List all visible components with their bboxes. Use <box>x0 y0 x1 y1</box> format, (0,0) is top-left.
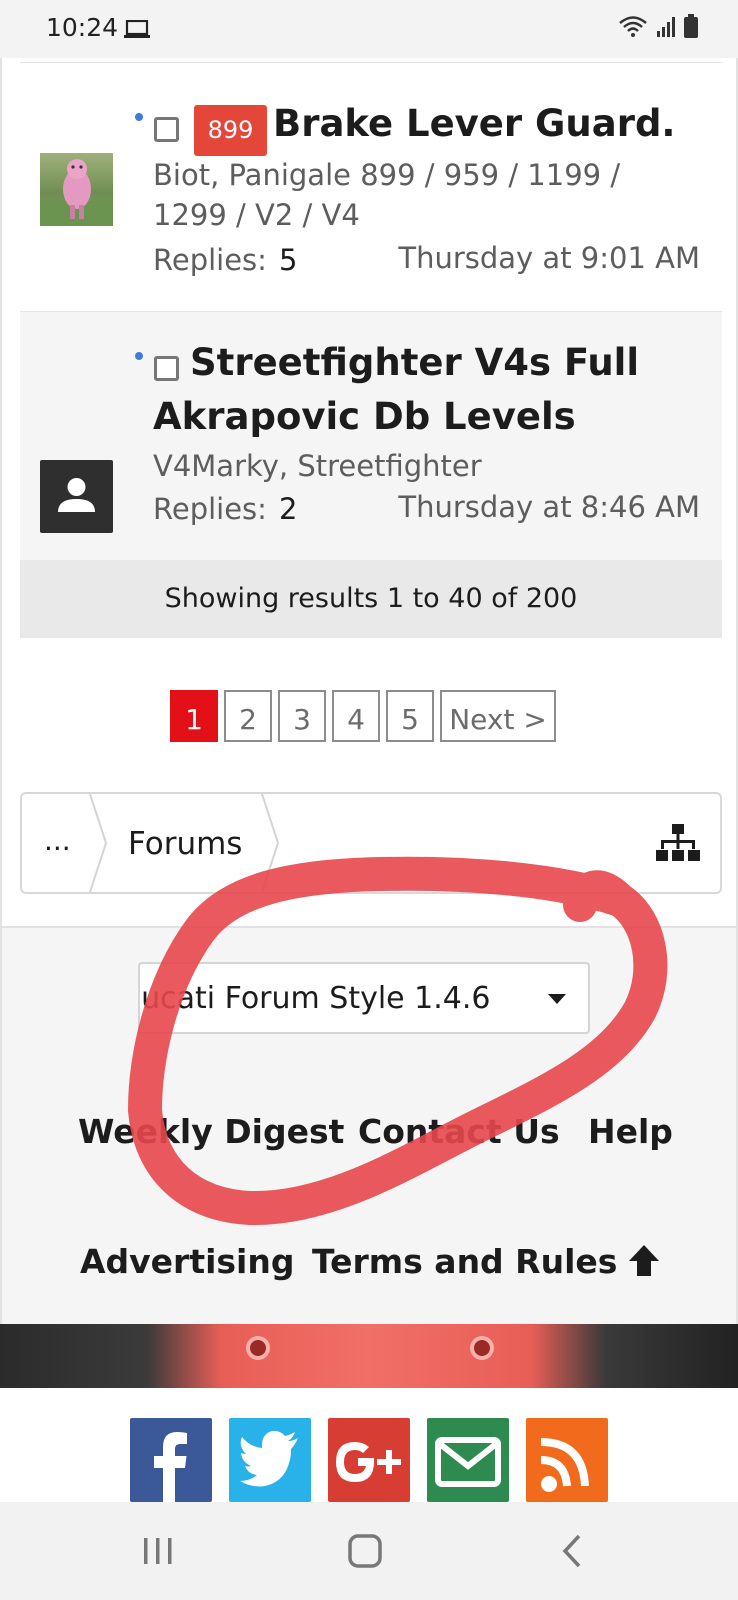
email-share-button[interactable] <box>427 1418 509 1502</box>
wifi-icon <box>619 16 647 37</box>
rss-icon <box>540 1438 589 1492</box>
page-footer: Ducati Forum Style 1.4.6 Weekly Digest C… <box>2 926 736 1324</box>
style-chooser-label: Ducati Forum Style 1.4.6 <box>138 981 491 1016</box>
footer-link-help[interactable]: Help <box>588 1112 673 1151</box>
replies-label: Replies: <box>153 492 267 526</box>
thread-prefix-badge[interactable]: 899 <box>194 105 267 156</box>
system-navigation-bar <box>0 1502 738 1600</box>
header-background-image <box>0 1324 738 1388</box>
breadcrumb-ellipsis[interactable]: ... <box>44 824 71 857</box>
back-button[interactable] <box>532 1502 612 1600</box>
thread-title-line2[interactable]: Akrapovic Db Levels <box>153 390 576 444</box>
avatar-image <box>40 159 113 226</box>
signal-icon <box>657 17 675 37</box>
footer-link-terms-and-rules[interactable]: Terms and Rules <box>312 1242 617 1281</box>
footer-link-contact-us[interactable]: Contact Us <box>358 1112 560 1151</box>
results-summary: Showing results 1 to 40 of 200 <box>20 560 722 638</box>
recent-apps-icon <box>144 1538 172 1564</box>
next-page-button[interactable]: Next > <box>440 690 556 742</box>
replies-count: 5 <box>278 243 298 277</box>
breadcrumb-separator <box>89 794 108 892</box>
twitter-icon <box>240 1430 298 1487</box>
facebook-icon <box>154 1432 187 1502</box>
bolt-decoration <box>246 1336 270 1360</box>
page-link-1[interactable]: 1 <box>170 690 218 742</box>
page-link-3[interactable]: 3 <box>278 690 326 742</box>
caret-down-icon <box>548 994 566 1004</box>
unread-indicator <box>135 113 143 121</box>
status-bar: 10:24 <box>0 0 738 58</box>
avatar[interactable] <box>40 460 113 533</box>
default-user-icon <box>58 478 95 512</box>
style-chooser[interactable]: Ducati Forum Style 1.4.6 <box>138 962 590 1034</box>
facebook-share-button[interactable] <box>130 1418 212 1502</box>
pagination: 1 2 3 4 5 Next > <box>170 690 556 742</box>
google-plus-icon <box>336 1442 401 1482</box>
thread-meta[interactable]: V4Marky, Streetfighter <box>153 446 482 486</box>
back-to-top-arrow-icon[interactable] <box>626 1242 662 1278</box>
battery-icon <box>684 14 698 38</box>
thread-select-checkbox[interactable] <box>154 117 179 142</box>
twitter-share-button[interactable] <box>229 1418 311 1502</box>
thread-date[interactable]: Thursday at 9:01 AM <box>398 241 700 275</box>
home-button[interactable] <box>325 1502 405 1600</box>
replies-label: Replies: <box>153 243 267 277</box>
replies-count: 2 <box>278 492 298 526</box>
thread-replies: Replies: 2 <box>153 492 297 526</box>
thread-title[interactable]: Brake Lever Guard. <box>273 97 675 151</box>
thread-replies: Replies: 5 <box>153 243 297 277</box>
unread-indicator <box>135 352 143 360</box>
rss-share-button[interactable] <box>526 1418 608 1502</box>
page-link-4[interactable]: 4 <box>332 690 380 742</box>
breadcrumb: ... Forums <box>20 792 722 894</box>
bolt-decoration <box>470 1336 494 1360</box>
avatar[interactable] <box>40 153 113 226</box>
footer-link-weekly-digest[interactable]: Weekly Digest <box>78 1112 344 1151</box>
thread-row[interactable]: 899 Brake Lever Guard. Biot, Panigale 89… <box>20 62 722 312</box>
forum-page: 899 Brake Lever Guard. Biot, Panigale 89… <box>0 58 738 1388</box>
sitemap-icon[interactable] <box>656 824 700 862</box>
page-link-5[interactable]: 5 <box>386 690 434 742</box>
thread-row[interactable]: Streetfighter V4s Full Akrapovic Db Leve… <box>20 312 722 564</box>
thread-title-line1[interactable]: Streetfighter V4s Full <box>190 336 639 390</box>
page-link-2[interactable]: 2 <box>224 690 272 742</box>
home-icon <box>348 1534 382 1568</box>
thread-meta[interactable]: Biot, Panigale 899 / 959 / 1199 / 1299 /… <box>153 155 673 235</box>
laptop-icon <box>124 20 150 38</box>
share-bar <box>0 1388 738 1502</box>
thread-select-checkbox[interactable] <box>154 356 179 381</box>
footer-link-advertising[interactable]: Advertising <box>80 1242 294 1281</box>
google-plus-share-button[interactable] <box>328 1418 410 1502</box>
breadcrumb-item-forums[interactable]: Forums <box>128 826 242 862</box>
system-icons <box>618 14 698 38</box>
back-icon <box>562 1534 581 1568</box>
email-icon <box>435 1437 501 1487</box>
breadcrumb-separator <box>261 794 280 892</box>
status-time: 10:24 <box>46 13 119 42</box>
thread-date[interactable]: Thursday at 8:46 AM <box>398 490 700 524</box>
recent-apps-button[interactable] <box>118 1502 198 1600</box>
